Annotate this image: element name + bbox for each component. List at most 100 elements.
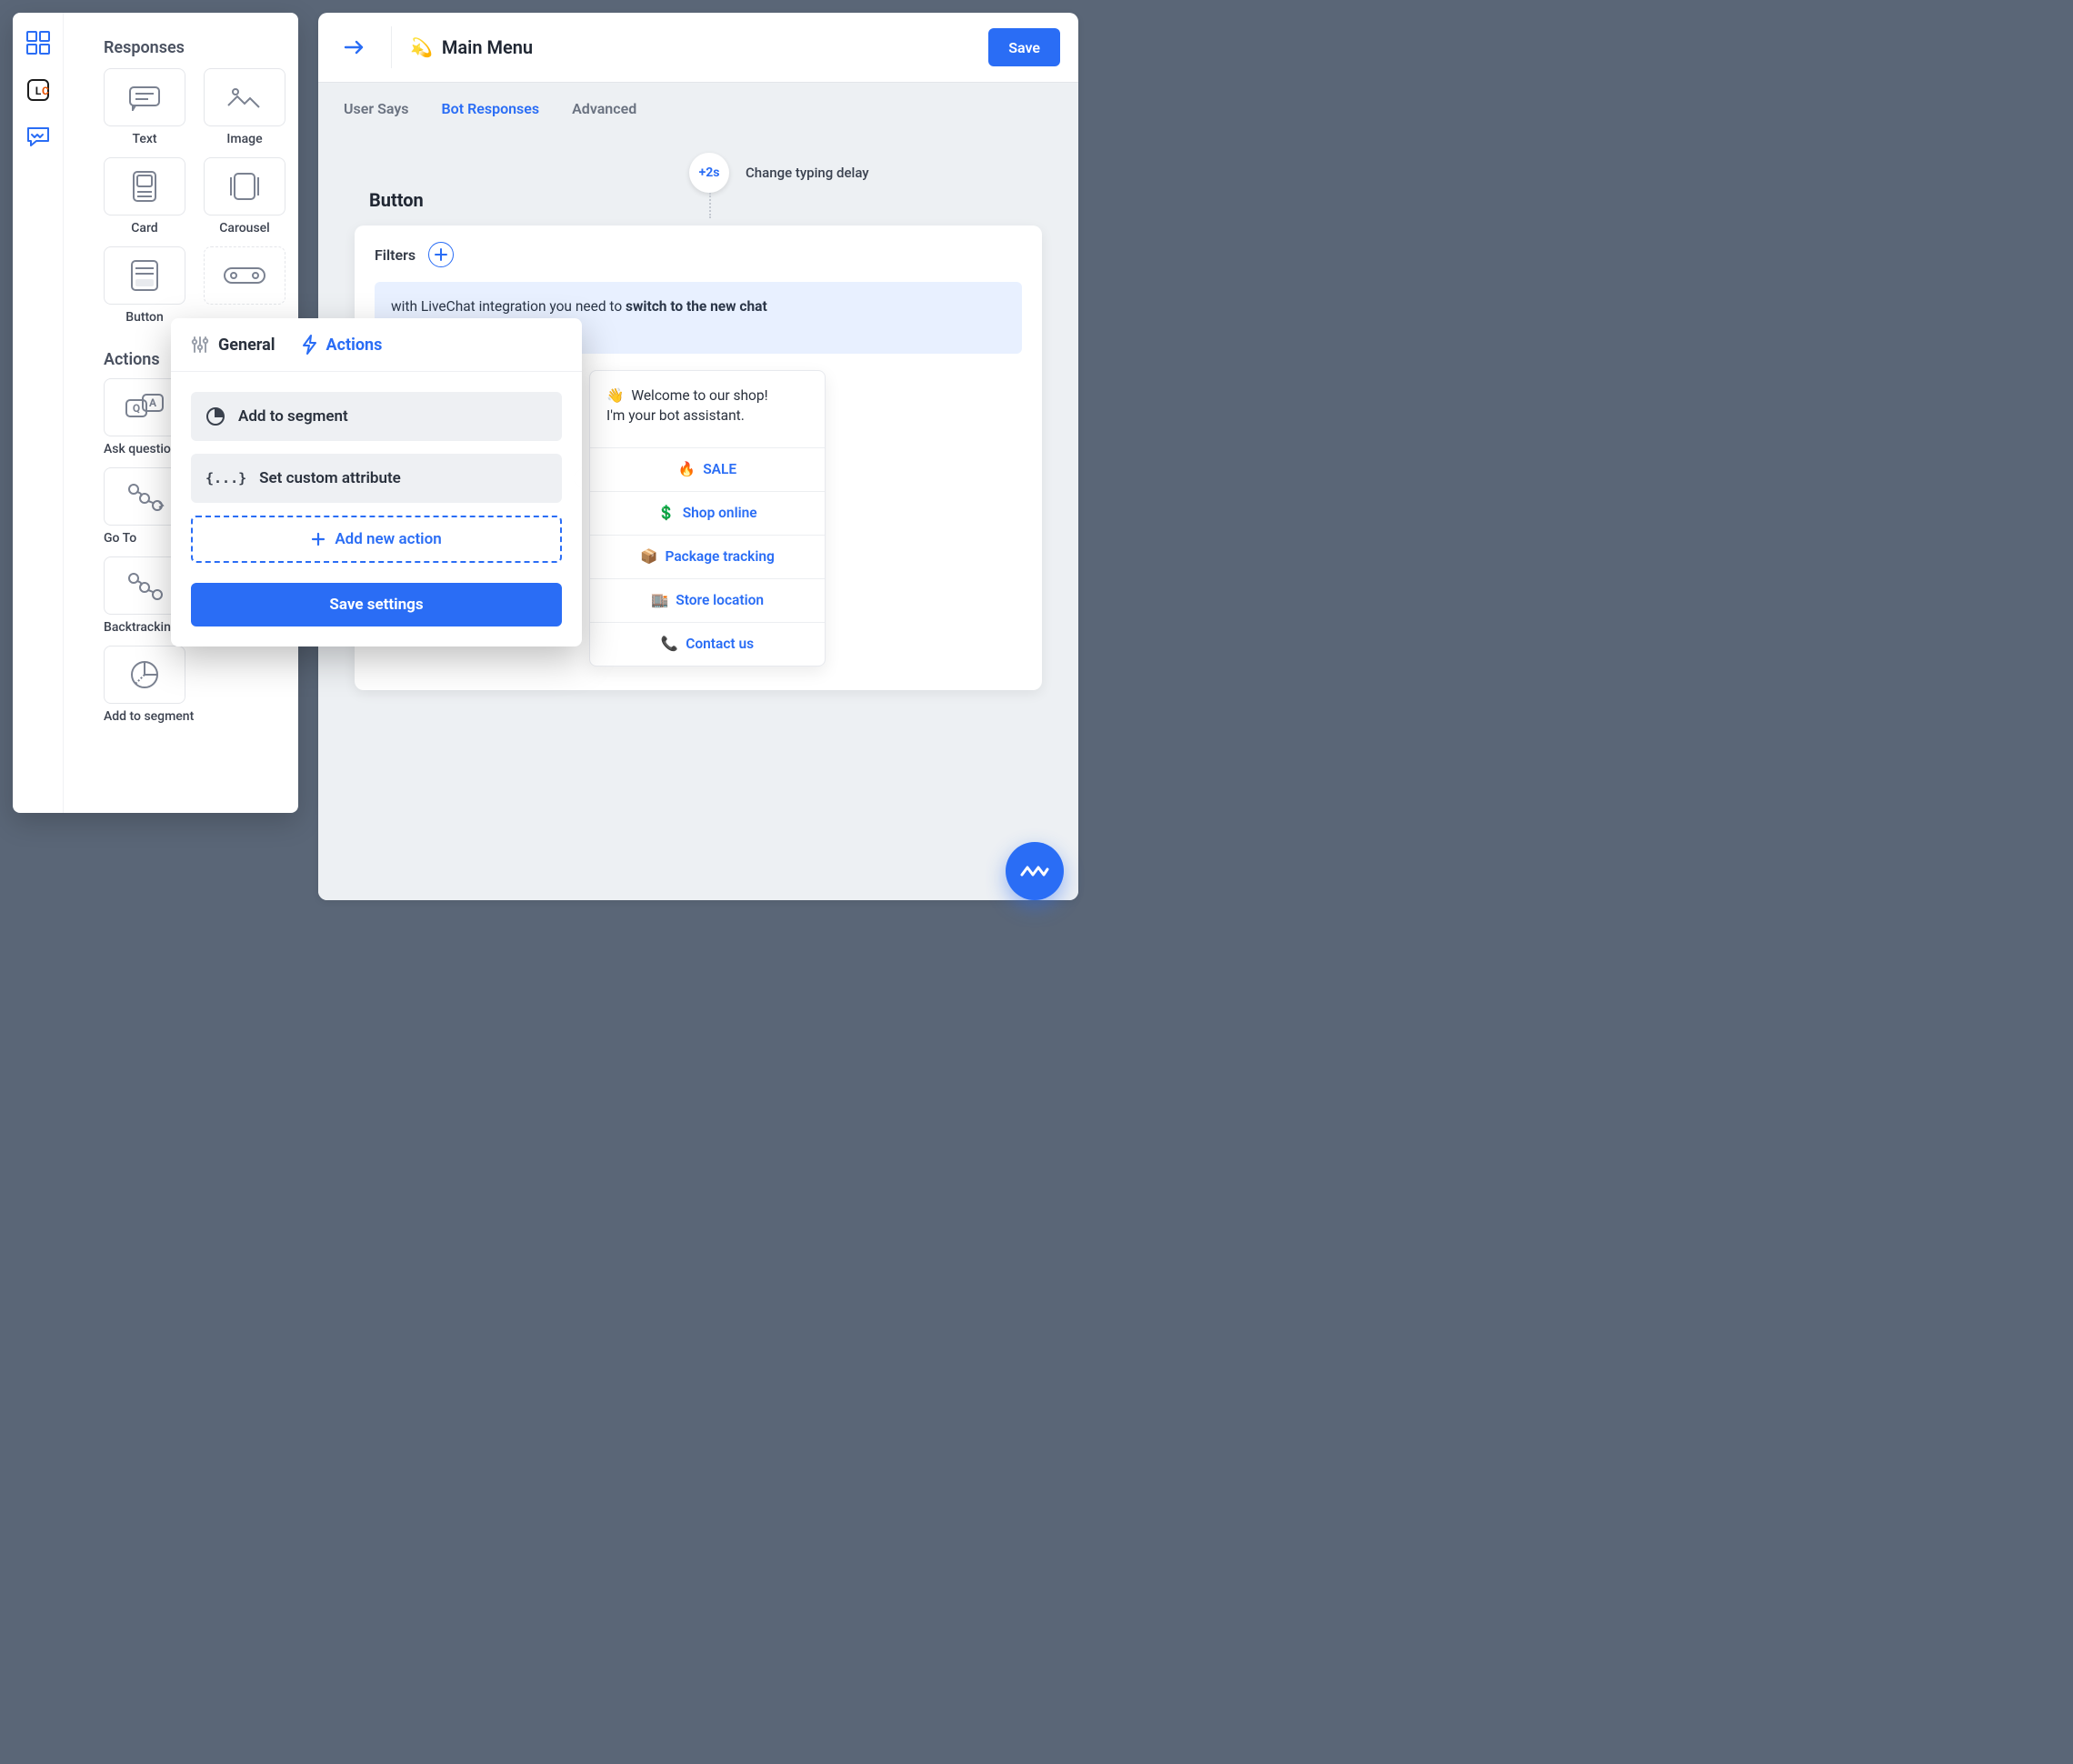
chat-button-store[interactable]: 🏬 Store location (590, 578, 825, 622)
ptab-general-label: General (218, 336, 275, 355)
svg-text:L: L (35, 85, 41, 97)
btn-label: Contact us (686, 636, 754, 652)
btn-emoji: 💲 (657, 505, 675, 521)
btn-label: Shop online (683, 505, 757, 521)
main-header: 💫 Main Menu Save (318, 13, 1078, 82)
lc-rail-icon[interactable]: LC (26, 78, 50, 105)
backtracking-icon (123, 569, 166, 602)
filters-row: Filters (375, 242, 1022, 267)
tile-label: Text (132, 132, 156, 146)
popover-tabs: General Actions (171, 318, 582, 372)
ptab-actions-label: Actions (326, 336, 383, 355)
plus-icon (435, 248, 447, 261)
connector-line (709, 193, 711, 218)
title-text: Main Menu (442, 36, 533, 58)
ask-question-icon: QA (123, 391, 166, 424)
tile-label: Ask question (104, 442, 178, 456)
divider (391, 26, 392, 68)
wave-icon (1020, 862, 1049, 880)
arrow-right-icon (344, 38, 366, 56)
responses-tile-grid: Text Image Card Carousel Button (76, 68, 276, 325)
btn-emoji: 🏬 (651, 592, 668, 608)
action-row-custom-attr[interactable]: {...} Set custom attribute (191, 454, 562, 503)
lc-logo-icon: LC (26, 78, 50, 102)
segment-icon (128, 658, 161, 691)
actions-popover: General Actions Add to segment {...} Set… (171, 318, 582, 646)
page-title: 💫 Main Menu (410, 36, 533, 58)
greeting-emoji: 👋 (606, 387, 624, 404)
tile-label: Card (131, 221, 157, 236)
segment-icon (205, 406, 225, 426)
chat-button-tracking[interactable]: 📦 Package tracking (590, 535, 825, 578)
chat-button-sale[interactable]: 🔥 SALE (590, 447, 825, 491)
popover-footer: Save settings (171, 583, 582, 646)
responses-title: Responses (76, 35, 276, 68)
chat-fab[interactable] (1006, 842, 1064, 900)
goto-icon (123, 480, 166, 513)
chatbot-rail-icon[interactable] (25, 125, 51, 153)
banner-prefix: with LiveChat integration you need to (391, 298, 626, 315)
action-row-segment[interactable]: Add to segment (191, 392, 562, 441)
add-new-action-button[interactable]: Add new action (191, 516, 562, 563)
svg-text:Q: Q (133, 402, 140, 415)
action-row-label: Add to segment (238, 407, 348, 426)
greeting-subline: I'm your bot assistant. (606, 407, 808, 424)
typing-delay-label: Change typing delay (746, 165, 869, 181)
add-filter-button[interactable] (428, 242, 454, 267)
text-icon (126, 84, 163, 111)
btn-label: Package tracking (665, 548, 774, 565)
pill-icon (221, 266, 268, 285)
btn-label: SALE (703, 461, 736, 477)
title-emoji: 💫 (410, 36, 433, 58)
chat-buttons: 🔥 SALE 💲 Shop online 📦 Package tracking … (590, 433, 825, 666)
tile-label: Backtracking (104, 620, 178, 635)
plus-icon (311, 532, 325, 546)
tab-bot-responses[interactable]: Bot Responses (442, 100, 540, 117)
popover-tab-general[interactable]: General (191, 336, 275, 355)
back-button[interactable] (336, 29, 373, 65)
banner-strong: switch to the new chat (626, 298, 767, 315)
tile-label: Image (226, 132, 262, 146)
tile-carousel[interactable]: Carousel (204, 157, 285, 236)
save-settings-button[interactable]: Save settings (191, 583, 562, 626)
chat-bubble-icon (25, 125, 51, 149)
card-icon (128, 168, 161, 205)
filters-label: Filters (375, 246, 416, 264)
tile-label: Add to segment (104, 709, 194, 724)
typing-delay-row: +2s Change typing delay (689, 153, 869, 193)
image-icon (225, 84, 265, 111)
sliders-icon (191, 336, 209, 354)
add-new-label: Add new action (335, 530, 441, 548)
btn-emoji: 📞 (661, 636, 678, 652)
svg-text:C: C (42, 85, 49, 97)
chat-button-shop[interactable]: 💲 Shop online (590, 491, 825, 535)
tile-label: Carousel (219, 221, 269, 236)
tile-text[interactable]: Text (104, 68, 185, 146)
save-button[interactable]: Save (988, 28, 1060, 66)
grid-icon (26, 31, 50, 55)
tile-label: Button (125, 310, 164, 325)
carousel-icon (222, 170, 267, 203)
chat-preview-card: 👋 Welcome to our shop! I'm your bot assi… (589, 370, 826, 667)
tile-button[interactable]: Button (104, 246, 185, 325)
btn-emoji: 📦 (640, 548, 657, 565)
typing-delay-pill[interactable]: +2s (689, 153, 729, 193)
tile-card[interactable]: Card (104, 157, 185, 236)
popover-tab-actions[interactable]: Actions (301, 335, 383, 355)
tab-user-says[interactable]: User Says (344, 100, 409, 117)
chat-body: 👋 Welcome to our shop! I'm your bot assi… (590, 371, 825, 433)
braces-icon: {...} (205, 470, 246, 486)
chat-button-contact[interactable]: 📞 Contact us (590, 622, 825, 666)
greeting-text: Welcome to our shop! (631, 387, 767, 404)
apps-rail-icon[interactable] (26, 31, 50, 58)
action-tile-add-segment[interactable]: Add to segment (104, 646, 276, 724)
tile-label: Go To (104, 531, 136, 546)
tab-advanced[interactable]: Advanced (572, 100, 636, 117)
lightning-icon (301, 335, 317, 355)
btn-emoji: 🔥 (678, 461, 696, 477)
tile-quick-reply[interactable] (204, 246, 285, 325)
button-icon (126, 257, 163, 294)
tile-image[interactable]: Image (204, 68, 285, 146)
editor-tabs: User Says Bot Responses Advanced (318, 82, 1078, 135)
action-row-label: Set custom attribute (259, 469, 401, 487)
